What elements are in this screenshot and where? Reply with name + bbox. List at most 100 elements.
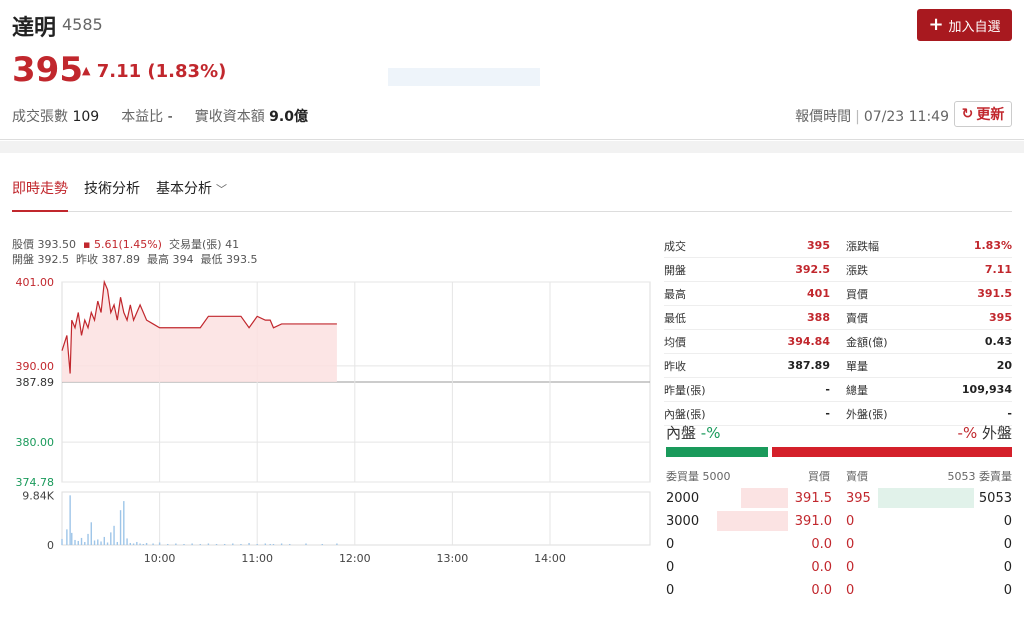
volume-bar xyxy=(215,543,218,545)
quote-value: 388 xyxy=(807,311,830,324)
chart-info-line1: 股價 393.50 ▪ 5.61(1.45%) 交易量(張) 41 xyxy=(12,238,240,251)
quote-value: 395 xyxy=(807,239,830,252)
volume-bar xyxy=(272,543,275,545)
volume-bar xyxy=(106,542,109,545)
quote-row: 昨量(張) - 總量 109,934 xyxy=(664,378,1012,402)
ask-price: 395 xyxy=(846,491,871,506)
tab-fundamental[interactable]: 基本分析 ﹀ xyxy=(156,172,227,212)
quote-label: 單量 xyxy=(846,359,868,373)
volume-bar xyxy=(119,510,122,545)
volume-bar xyxy=(74,539,76,545)
price-change: ▲ 7.11 (1.83%) xyxy=(82,61,226,82)
volume-stat: 成交張數 109 xyxy=(12,109,100,125)
quote-label: 買價 xyxy=(846,287,868,301)
stock-stats: 成交張數 109 本益比 - 實收資本額 9.0億 xyxy=(12,106,308,126)
volume-bar xyxy=(232,543,234,545)
volume-bar xyxy=(191,543,193,545)
chevron-down-icon: ﹀ xyxy=(216,183,227,196)
add-watchlist-button[interactable]: + 加入自選 xyxy=(917,9,1012,41)
volume-bar xyxy=(113,525,115,545)
quote-value: 391.5 xyxy=(977,287,1012,300)
volume-bar xyxy=(77,540,79,545)
ask-price: 0 xyxy=(846,537,855,552)
inner-outer-ratio: 內盤 -% -% 外盤 xyxy=(666,424,1012,442)
quote-row: 成交 395 漲跌幅 1.83% xyxy=(664,234,1012,258)
x-tick-label: 10:00 xyxy=(144,552,176,565)
volume-bar xyxy=(71,532,73,545)
volume-bar xyxy=(123,501,125,545)
volume-bar xyxy=(269,543,271,545)
quote-row: 均價 394.84 金額(億) 0.43 xyxy=(664,330,1012,354)
x-tick-label: 14:00 xyxy=(534,552,566,565)
quote-value: 395 xyxy=(989,311,1012,324)
volume-bar xyxy=(80,537,83,545)
volume-bar xyxy=(145,542,148,545)
volume-bar xyxy=(69,495,71,545)
volume-bar xyxy=(183,543,185,545)
volume-bar xyxy=(126,538,128,545)
x-tick-label: 11:00 xyxy=(241,552,273,565)
quote-label: 最低 xyxy=(664,311,686,325)
stock-name: 達明 xyxy=(12,16,57,41)
volume-bar xyxy=(103,536,105,545)
bid-volume: 3000 xyxy=(666,514,700,529)
y-tick-label: 380.00 xyxy=(16,436,55,449)
quote-value: 401 xyxy=(807,287,830,300)
y-tick-label: 387.89 xyxy=(16,376,55,389)
outer-volume-bar xyxy=(772,447,1012,457)
quote-value: 1.83% xyxy=(973,239,1012,252)
faded-placeholder xyxy=(388,68,540,86)
volume-bar xyxy=(93,540,96,545)
up-arrow-icon: ▲ xyxy=(82,64,91,77)
volume-bar xyxy=(240,543,242,545)
y-tick-label: 401.00 xyxy=(16,276,55,289)
quote-label: 金額(億) xyxy=(846,335,888,349)
plus-icon: + xyxy=(928,14,944,35)
quote-time: 報價時間 | 07/23 11:49 xyxy=(795,109,949,125)
bid-price: 391.0 xyxy=(794,514,832,529)
quote-value: 392.5 xyxy=(795,263,830,276)
quote-value: 7.11 xyxy=(984,263,1012,276)
ask-volume: 0 xyxy=(1003,514,1012,529)
bid-price: 391.5 xyxy=(794,491,832,506)
volume-bar xyxy=(136,541,138,545)
ask-volume: 0 xyxy=(1003,583,1012,598)
quote-row: 開盤 392.5 漲跌 7.11 xyxy=(664,258,1012,282)
bid-price: 0.0 xyxy=(811,537,832,552)
quote-value: - xyxy=(825,383,830,396)
quote-label: 最高 xyxy=(664,287,686,301)
volume-bar xyxy=(152,543,154,545)
volume-bar xyxy=(223,543,226,545)
tab-realtime[interactable]: 即時走勢 xyxy=(12,172,68,212)
volume-bar xyxy=(61,538,63,545)
quote-label: 均價 xyxy=(664,335,686,349)
bid-price: 0.0 xyxy=(811,583,832,598)
price-change-value: 7.11 (1.83%) xyxy=(96,61,227,82)
volume-bar xyxy=(139,543,141,545)
order-book-row: 0 0.0 0 0 xyxy=(666,580,1012,602)
volume-tick-label: 0 xyxy=(47,539,54,552)
quote-value: 394.84 xyxy=(787,335,830,348)
refresh-button[interactable]: ↻ 更新 xyxy=(954,101,1012,127)
order-book-row: 2000 391.5 395 5053 xyxy=(666,488,1012,510)
intraday-chart: 401.00 390.00 387.89 380.00 374.78 10:00 11:00… xyxy=(16,276,651,565)
section-divider xyxy=(0,141,1024,153)
tab-technical[interactable]: 技術分析 xyxy=(84,172,140,212)
quote-value: - xyxy=(1007,407,1012,420)
order-book-row: 0 0.0 0 0 xyxy=(666,557,1012,579)
tab-bar: 即時走勢 技術分析 基本分析 ﹀ xyxy=(12,172,1012,212)
chart-info-line2: 開盤 392.5 昨收 387.89 最高 394 最低 393.5 xyxy=(12,253,258,266)
stock-header: 達明 4585 + 加入自選 395 ▲ 7.11 (1.83%) 成交張數 1… xyxy=(0,0,1024,140)
volume-bar xyxy=(110,532,112,545)
volume-chart-frame xyxy=(61,491,651,546)
refresh-label: 更新 xyxy=(976,107,1005,123)
volume-bar xyxy=(256,543,258,545)
volume-bar xyxy=(158,542,161,545)
bid-volume: 2000 xyxy=(666,491,700,506)
quote-value: 387.89 xyxy=(787,359,830,372)
refresh-icon: ↻ xyxy=(961,106,974,122)
quote-table: 成交 395 漲跌幅 1.83% 開盤 392.5 漲跌 7.11 最高 401 買… xyxy=(664,234,1012,426)
capital-stat: 實收資本額 9.0億 xyxy=(194,109,308,125)
quote-label: 內盤(張) xyxy=(664,407,706,421)
quote-row: 最低 388 賣價 395 xyxy=(664,306,1012,330)
